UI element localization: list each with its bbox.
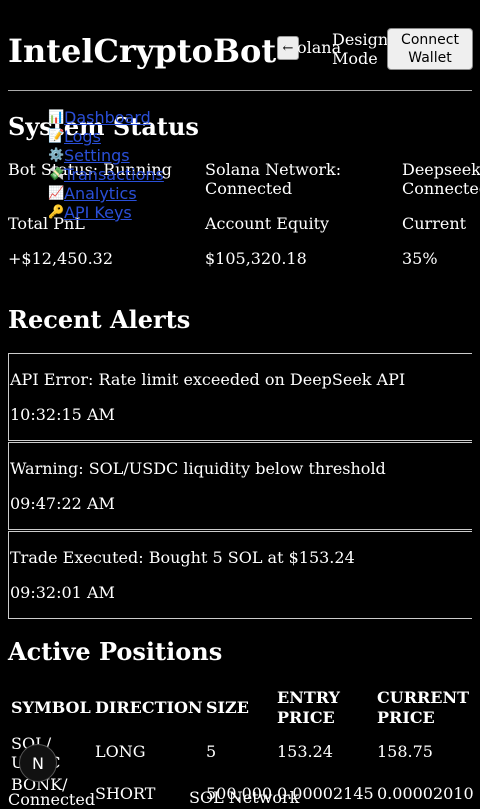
current-value: 35% bbox=[402, 249, 438, 268]
col-header-symbol: SYMBOL bbox=[11, 698, 91, 717]
nav-link-analytics[interactable]: Analytics bbox=[64, 184, 137, 203]
cell-current-price: 0.00002010 bbox=[377, 784, 474, 803]
nav-link-settings[interactable]: Settings bbox=[64, 146, 130, 165]
alert-time: 09:47:22 AM bbox=[10, 494, 115, 513]
alert-message: Warning: SOL/USDC liquidity below thresh… bbox=[10, 459, 386, 478]
alerts-list: API Error: Rate limit exceeded on DeepSe… bbox=[8, 353, 472, 620]
alert-item: Warning: SOL/USDC liquidity below thresh… bbox=[8, 442, 472, 530]
deepseek-status: Deepseek: Connected bbox=[402, 160, 480, 198]
nav-item-api-keys[interactable]: 🔑 API Keys bbox=[48, 203, 228, 222]
col-header-size: SIZE bbox=[206, 698, 249, 717]
account-equity-value: $105,320.18 bbox=[205, 249, 307, 268]
footer-network-label: SOL Network bbox=[189, 788, 300, 807]
alert-time: 09:32:01 AM bbox=[10, 583, 115, 602]
analytics-icon: 📈 bbox=[48, 186, 65, 201]
nav-link-transactions[interactable]: Transactions bbox=[64, 165, 164, 184]
sidebar-nav: 📊 Dashboard 📝 Logs ⚙️ Settings 💸 Transaction… bbox=[48, 108, 228, 222]
header-divider bbox=[8, 90, 472, 91]
alert-message: Trade Executed: Bought 5 SOL at $153.24 bbox=[10, 548, 355, 567]
app-title: IntelCryptoBot bbox=[8, 32, 277, 70]
api-keys-icon: 🔑 bbox=[48, 205, 65, 220]
settings-icon: ⚙️ bbox=[48, 148, 65, 163]
transactions-icon: 💸 bbox=[48, 167, 65, 182]
cell-direction: SHORT bbox=[95, 784, 156, 803]
avatar[interactable]: N bbox=[19, 744, 57, 782]
nav-link-api-keys[interactable]: API Keys bbox=[64, 203, 132, 222]
col-header-current-price: CURRENT PRICE bbox=[377, 688, 470, 727]
alert-item: API Error: Rate limit exceeded on DeepSe… bbox=[8, 353, 472, 441]
total-pnl-value: +$12,450.32 bbox=[8, 249, 114, 268]
active-positions-title: Active Positions bbox=[8, 637, 223, 666]
alert-message: API Error: Rate limit exceeded on DeepSe… bbox=[10, 370, 406, 389]
nav-item-logs[interactable]: 📝 Logs bbox=[48, 127, 228, 146]
alert-time: 10:32:15 AM bbox=[10, 405, 115, 424]
dashboard-icon: 📊 bbox=[48, 110, 65, 125]
cell-entry-price: 153.24 bbox=[277, 742, 333, 761]
connect-wallet-button[interactable]: Connect Wallet bbox=[387, 28, 473, 70]
col-header-direction: DIRECTION bbox=[95, 698, 203, 717]
back-button[interactable]: ← bbox=[277, 36, 299, 60]
nav-link-dashboard[interactable]: Dashboard bbox=[64, 108, 151, 127]
nav-item-dashboard[interactable]: 📊 Dashboard bbox=[48, 108, 228, 127]
nav-item-settings[interactable]: ⚙️ Settings bbox=[48, 146, 228, 165]
nav-item-transactions[interactable]: 💸 Transactions bbox=[48, 165, 228, 184]
alert-item: Trade Executed: Bought 5 SOL at $153.24 … bbox=[8, 531, 472, 619]
nav-item-analytics[interactable]: 📈 Analytics bbox=[48, 184, 228, 203]
col-header-entry-price: ENTRY PRICE bbox=[277, 688, 340, 727]
cell-size: 5 bbox=[206, 742, 217, 761]
cell-direction: LONG bbox=[95, 742, 146, 761]
recent-alerts-title: Recent Alerts bbox=[8, 305, 191, 334]
nav-link-logs[interactable]: Logs bbox=[64, 127, 101, 146]
cell-current-price: 158.75 bbox=[377, 742, 433, 761]
current-label: Current bbox=[402, 214, 467, 233]
app-header: IntelCryptoBot ← olana Design Mode Conne… bbox=[8, 26, 473, 72]
logs-icon: 📝 bbox=[48, 129, 65, 144]
design-mode-label: Design Mode bbox=[332, 30, 389, 68]
